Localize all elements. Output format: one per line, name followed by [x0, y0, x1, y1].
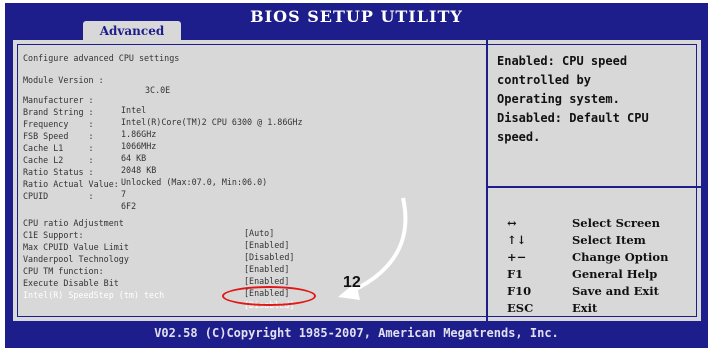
callout-number: 12 [343, 274, 361, 291]
callout-arrow-icon [338, 197, 408, 300]
